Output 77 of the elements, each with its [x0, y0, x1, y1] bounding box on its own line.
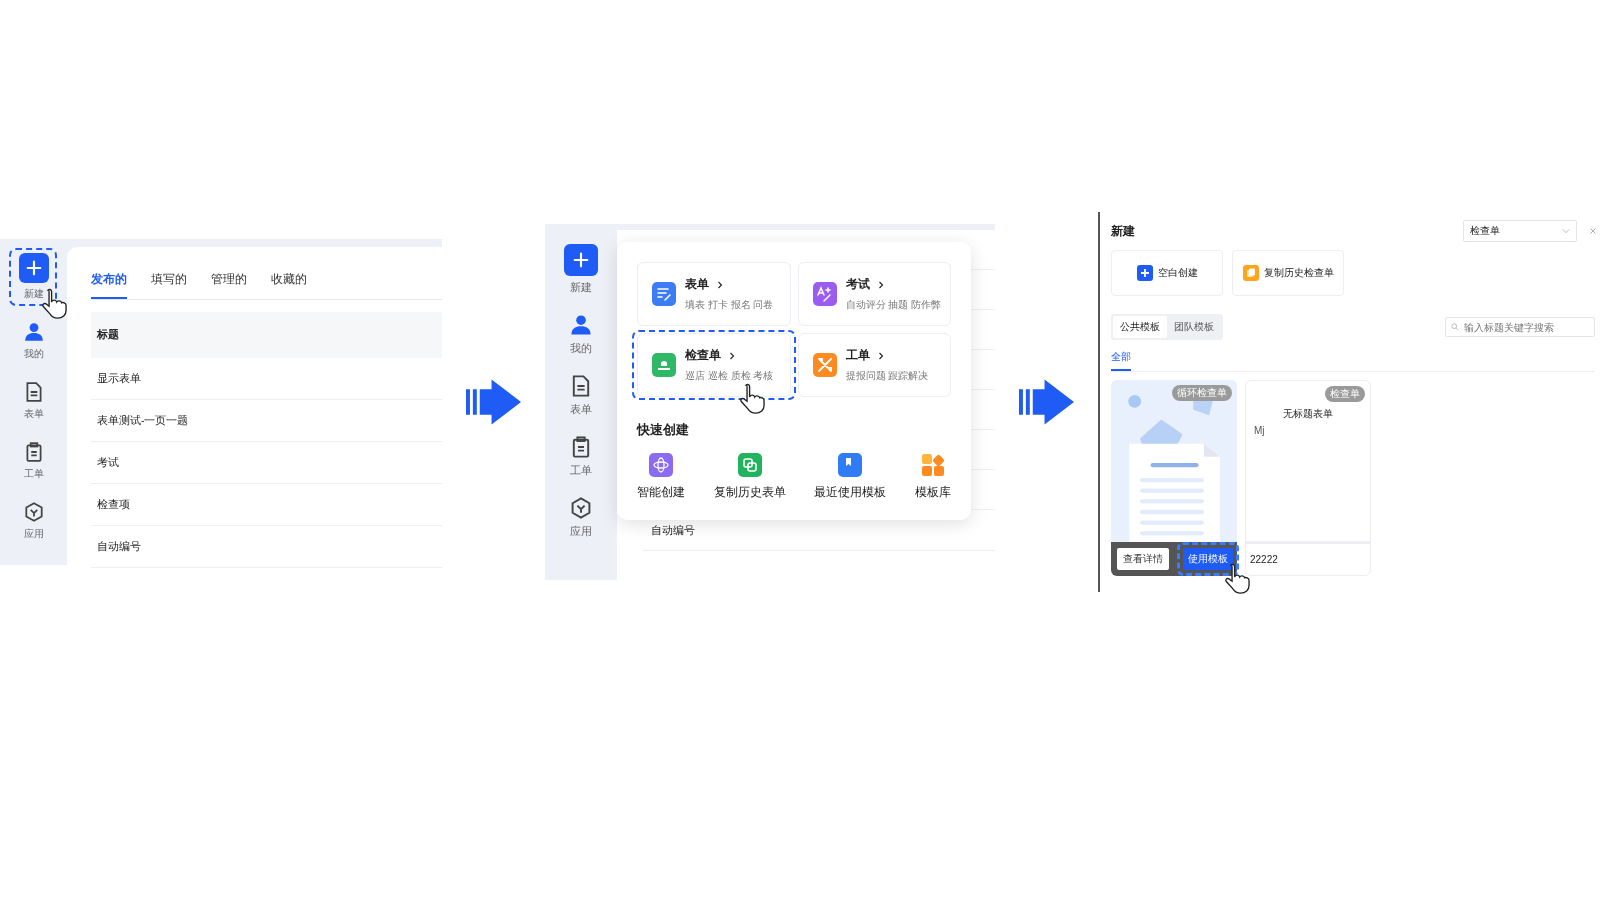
chevron-right-icon — [877, 351, 884, 360]
quick-create-label[interactable]: 复制历史表单 — [713, 485, 786, 500]
template-card[interactable]: 检查单 无标题表单 Mj 22222 — [1245, 380, 1371, 576]
quick-create-label[interactable]: 智能创建 — [637, 485, 685, 500]
sidebar-label: 表单 — [570, 402, 592, 417]
stamp-icon — [652, 353, 676, 377]
search-icon — [1451, 322, 1459, 331]
table-row: 表单测试-一页一题 — [91, 400, 442, 442]
plus-icon — [1136, 265, 1153, 281]
chevron-right-icon — [877, 280, 884, 289]
hexagon-icon[interactable] — [22, 501, 45, 523]
card-title: 考试 — [845, 276, 870, 293]
template-tab[interactable]: 团队模板 — [1167, 316, 1221, 338]
sidebar-label: 我的 — [570, 341, 592, 356]
template-badge: 循环检查单 — [1172, 385, 1232, 401]
tools-icon — [812, 353, 837, 377]
plus-icon — [24, 259, 43, 277]
form-title: 无标题表单 — [1283, 407, 1333, 421]
chevron-right-icon — [717, 280, 723, 289]
form-note: Mj — [1254, 425, 1266, 436]
table-header: 标题 — [91, 312, 442, 358]
tab[interactable]: 填写的 — [151, 265, 187, 299]
template-button[interactable]: 使用模板 — [1177, 542, 1239, 576]
card-subtitle: 自动评分 抽题 防作弊 — [845, 298, 942, 312]
card-subtitle: 填表 打卡 报名 问卷 — [685, 298, 774, 312]
sidebar-label: 新建 — [570, 280, 592, 295]
table-row: 检查项 — [91, 484, 442, 526]
arrow-icon — [466, 379, 521, 425]
chevron-down-icon — [1562, 227, 1570, 235]
template-tab[interactable]: 公共模板 — [1113, 316, 1167, 338]
category-tab[interactable]: 全部 — [1111, 347, 1131, 371]
plus-icon — [572, 251, 590, 269]
document-pen-icon — [652, 282, 676, 306]
sidebar-label: 我的 — [23, 347, 44, 361]
chevron-right-icon — [729, 351, 735, 360]
hexagon-icon[interactable] — [569, 496, 593, 520]
quick-create-label[interactable]: 模板库 — [914, 485, 951, 500]
menu-card[interactable]: 工单 提报问题 跟踪解决 — [797, 333, 951, 397]
create-option[interactable]: 复制历史检查单 — [1232, 250, 1344, 296]
sidebar-label: 表单 — [23, 407, 44, 421]
card-title: 表单 — [685, 276, 709, 293]
copy-icon — [1242, 265, 1259, 281]
type-select[interactable]: 检查单 — [1463, 220, 1577, 242]
sidebar-label: 工单 — [23, 467, 44, 481]
user-icon[interactable] — [569, 313, 593, 337]
sidebar-label: 应用 — [570, 524, 592, 539]
card-title: 检查单 — [685, 347, 721, 364]
tab[interactable]: 收藏的 — [271, 265, 307, 299]
sidebar-label: 应用 — [23, 527, 44, 541]
grade-pen-icon — [812, 282, 837, 306]
table-row: 自动编号 — [91, 526, 442, 568]
user-icon[interactable] — [22, 321, 45, 343]
copy-icon[interactable] — [737, 453, 762, 477]
menu-card[interactable]: 考试 自动评分 抽题 防作弊 — [797, 262, 951, 326]
card-subtitle: 巡店 巡检 质检 考核 — [685, 369, 774, 383]
table-row: 显示表单 — [91, 358, 442, 400]
bookmark-icon[interactable] — [838, 453, 863, 477]
section-title: 快速创建 — [637, 421, 690, 439]
search-field[interactable]: 输入标题关键字搜索 — [1445, 317, 1595, 338]
new-button[interactable] — [564, 244, 598, 276]
dialog-title: 新建 — [1111, 222, 1136, 240]
create-option[interactable]: 空白创建 — [1111, 250, 1223, 296]
quick-create-label[interactable]: 最近使用模板 — [814, 485, 887, 500]
template-name: 22222 — [1249, 553, 1279, 567]
template-button[interactable]: 查看详情 — [1117, 548, 1169, 570]
atom-icon[interactable] — [649, 453, 673, 477]
table-row: 考试 — [91, 442, 442, 484]
template-badge: 检查单 — [1325, 386, 1365, 402]
sidebar-label: 工单 — [570, 463, 592, 478]
tab[interactable]: 发布的 — [91, 265, 127, 299]
menu-card[interactable]: 表单 填表 打卡 报名 问卷 — [637, 262, 791, 326]
card-title: 工单 — [845, 347, 870, 364]
tab[interactable]: 管理的 — [211, 265, 247, 299]
card-subtitle: 提报问题 跟踪解决 — [845, 369, 929, 383]
new-button[interactable] — [18, 253, 49, 283]
arrow-icon — [1019, 379, 1074, 425]
sidebar-label: 新建 — [23, 287, 44, 301]
